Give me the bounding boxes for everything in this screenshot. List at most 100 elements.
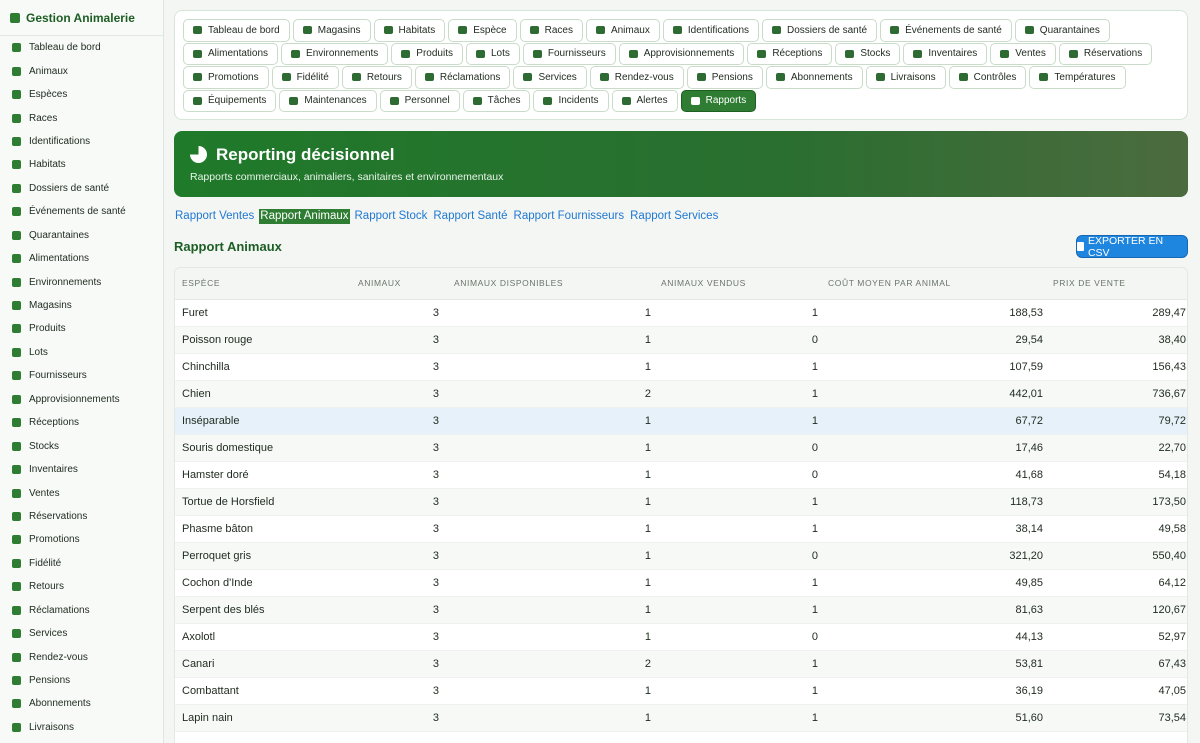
sidebar-item-animaux[interactable]: Animaux xyxy=(0,59,163,82)
tab-rapport-fournisseurs[interactable]: Rapport Fournisseurs xyxy=(513,209,626,224)
sidebar-item-produits[interactable]: Produits xyxy=(0,317,163,340)
nav-chip-rendez-vous[interactable]: Rendez-vous xyxy=(589,66,684,89)
nav-chip-equipements[interactable]: Équipements xyxy=(183,89,277,112)
sidebar-item-quarantaines[interactable]: Quarantaines xyxy=(0,224,163,247)
nav-chip-races[interactable]: Races xyxy=(519,19,583,42)
table-row[interactable]: Hamster doré 3 1 0 41,68 54,18 xyxy=(175,461,1187,489)
sidebar-item-livraisons[interactable]: Livraisons xyxy=(0,716,163,739)
sidebar-item-ventes[interactable]: Ventes xyxy=(0,481,163,504)
sidebar-item-approvisionnements[interactable]: Approvisionnements xyxy=(0,388,163,411)
export-csv-button[interactable]: EXPORTER EN CSV xyxy=(1076,235,1188,259)
nav-chip-ventes[interactable]: Ventes xyxy=(990,42,1056,65)
nav-chip-taches[interactable]: Tâches xyxy=(462,89,531,112)
nav-chip-approvisionnements[interactable]: Approvisionnements xyxy=(618,42,745,65)
sidebar-item-dossiers-de-sante[interactable]: Dossiers de santé xyxy=(0,177,163,200)
sidebar-item-rendez-vous[interactable]: Rendez-vous xyxy=(0,645,163,668)
sidebar-item-promotions[interactable]: Promotions xyxy=(0,528,163,551)
nav-chip-promotions[interactable]: Promotions xyxy=(183,66,269,89)
nav-chip-environnements[interactable]: Environnements xyxy=(281,42,389,65)
table-row[interactable]: Lapin nain 3 1 1 51,60 73,54 xyxy=(175,704,1187,732)
column-header-animaux-vendus[interactable]: ANIMAUX VENDUS xyxy=(654,268,821,300)
nav-chip-receptions[interactable]: Réceptions xyxy=(747,42,833,65)
brand[interactable]: Gestion Animalerie xyxy=(0,0,163,36)
sidebar-item-receptions[interactable]: Réceptions xyxy=(0,411,163,434)
sidebar-item-stocks[interactable]: Stocks xyxy=(0,434,163,457)
sidebar-item-inventaires[interactable]: Inventaires xyxy=(0,458,163,481)
table-row[interactable]: Serpent des blés 3 1 1 81,63 120,67 xyxy=(175,596,1187,624)
nav-chip-produits[interactable]: Produits xyxy=(391,42,463,65)
nav-chip-services[interactable]: Services xyxy=(513,66,587,89)
table-row[interactable]: Canari 3 2 1 53,81 67,43 xyxy=(175,650,1187,678)
nav-chip-habitats[interactable]: Habitats xyxy=(373,19,446,42)
tab-rapport-services[interactable]: Rapport Services xyxy=(629,209,719,224)
nav-chip-fournisseurs[interactable]: Fournisseurs xyxy=(522,42,616,65)
tab-rapport-stock[interactable]: Rapport Stock xyxy=(354,209,429,224)
sidebar-item-fidelite[interactable]: Fidélité xyxy=(0,552,163,575)
sidebar-item-fournisseurs[interactable]: Fournisseurs xyxy=(0,364,163,387)
sidebar-item-lots[interactable]: Lots xyxy=(0,341,163,364)
nav-chip-fidelite[interactable]: Fidélité xyxy=(271,66,339,89)
sidebar-item-identifications[interactable]: Identifications xyxy=(0,130,163,153)
nav-chip-incidents[interactable]: Incidents xyxy=(533,89,609,112)
nav-chip-personnel[interactable]: Personnel xyxy=(379,89,460,112)
sidebar-item-magasins[interactable]: Magasins xyxy=(0,294,163,317)
tab-rapport-sante[interactable]: Rapport Santé xyxy=(432,209,508,224)
table-row[interactable]: Cochon d'Inde 3 1 1 49,85 64,12 xyxy=(175,569,1187,597)
table-row[interactable]: Poisson rouge 3 1 0 29,54 38,40 xyxy=(175,326,1187,354)
table-row[interactable]: Souris domestique 3 1 0 17,46 22,70 xyxy=(175,434,1187,462)
nav-chip-maintenances[interactable]: Maintenances xyxy=(279,89,377,112)
nav-chip-temperatures[interactable]: Températures xyxy=(1029,66,1126,89)
sidebar-item-environnements[interactable]: Environnements xyxy=(0,270,163,293)
table-row[interactable]: Chinchilla 3 1 1 107,59 156,43 xyxy=(175,353,1187,381)
tab-rapport-ventes[interactable]: Rapport Ventes xyxy=(174,209,255,224)
sidebar-item-habitats[interactable]: Habitats xyxy=(0,153,163,176)
nav-chip-tableau-de-bord[interactable]: Tableau de bord xyxy=(183,19,290,42)
tab-rapport-animaux[interactable]: Rapport Animaux xyxy=(259,209,350,224)
table-row[interactable]: Phasme bâton 3 1 1 38,14 49,58 xyxy=(175,515,1187,543)
nav-chip-lots[interactable]: Lots xyxy=(465,42,520,65)
column-header-cout-moyen-par-animal[interactable]: COÛT MOYEN PAR ANIMAL xyxy=(821,268,1046,300)
nav-chip-inventaires[interactable]: Inventaires xyxy=(903,42,988,65)
nav-chip-alertes[interactable]: Alertes xyxy=(611,89,678,112)
nav-chip-identifications[interactable]: Identifications xyxy=(662,19,760,42)
sidebar-item-retours[interactable]: Retours xyxy=(0,575,163,598)
sidebar-item-pensions[interactable]: Pensions xyxy=(0,669,163,692)
nav-chip-animaux[interactable]: Animaux xyxy=(585,19,660,42)
sidebar-item-reclamations[interactable]: Réclamations xyxy=(0,599,163,622)
nav-chip-abonnements[interactable]: Abonnements xyxy=(765,66,863,89)
nav-chip-evenements-de-sante[interactable]: Événements de santé xyxy=(880,19,1012,42)
sidebar-item-alimentations[interactable]: Alimentations xyxy=(0,247,163,270)
nav-chip-magasins[interactable]: Magasins xyxy=(292,19,371,42)
nav-chip-retours[interactable]: Retours xyxy=(341,66,412,89)
sidebar-item-tableau-de-bord[interactable]: Tableau de bord xyxy=(0,36,163,59)
column-header-espece[interactable]: ESPÈCE xyxy=(175,268,351,300)
nav-chip-quarantaines[interactable]: Quarantaines xyxy=(1014,19,1110,42)
table-row[interactable]: Perroquet gris 3 1 0 321,20 550,40 xyxy=(175,542,1187,570)
table-row[interactable]: Chien 3 2 1 442,01 736,67 xyxy=(175,380,1187,408)
nav-chip-livraisons[interactable]: Livraisons xyxy=(865,66,946,89)
nav-chip-alimentations[interactable]: Alimentations xyxy=(183,42,279,65)
nav-chip-reclamations[interactable]: Réclamations xyxy=(414,66,511,89)
nav-chip-dossiers-de-sante[interactable]: Dossiers de santé xyxy=(762,19,878,42)
column-header-animaux-disponibles[interactable]: ANIMAUX DISPONIBLES xyxy=(447,268,654,300)
nav-chip-pensions[interactable]: Pensions xyxy=(686,66,763,89)
sidebar-item-races[interactable]: Races xyxy=(0,106,163,129)
column-header-animaux[interactable]: ANIMAUX xyxy=(351,268,447,300)
table-row[interactable]: Tortue de Horsfield 3 1 1 118,73 173,50 xyxy=(175,488,1187,516)
nav-chip-stocks[interactable]: Stocks xyxy=(835,42,901,65)
column-header-prix-de-vente[interactable]: PRIX DE VENTE xyxy=(1046,268,1187,300)
table-row[interactable]: Combattant 3 1 1 36,19 47,05 xyxy=(175,677,1187,705)
sidebar-item-services[interactable]: Services xyxy=(0,622,163,645)
sidebar-item-especes[interactable]: Espèces xyxy=(0,83,163,106)
table-row[interactable]: Furet 3 1 1 188,53 289,47 xyxy=(175,299,1187,327)
nav-chip-controles[interactable]: Contrôles xyxy=(948,66,1027,89)
table-row[interactable]: Inséparable 3 1 1 67,72 79,72 xyxy=(175,407,1187,435)
nav-chip-reservations[interactable]: Réservations xyxy=(1058,42,1153,65)
sidebar-item-reservations[interactable]: Réservations xyxy=(0,505,163,528)
sidebar-item-abonnements[interactable]: Abonnements xyxy=(0,692,163,715)
nav-chip-rapports[interactable]: Rapports xyxy=(680,89,757,112)
sidebar-item-evenements-de-sante[interactable]: Événements de santé xyxy=(0,200,163,223)
nav-chip-espece[interactable]: Espèce xyxy=(448,19,517,42)
table-row[interactable]: Axolotl 3 1 0 44,13 52,97 xyxy=(175,623,1187,651)
sidebar-item-label: Alimentations xyxy=(29,253,90,265)
